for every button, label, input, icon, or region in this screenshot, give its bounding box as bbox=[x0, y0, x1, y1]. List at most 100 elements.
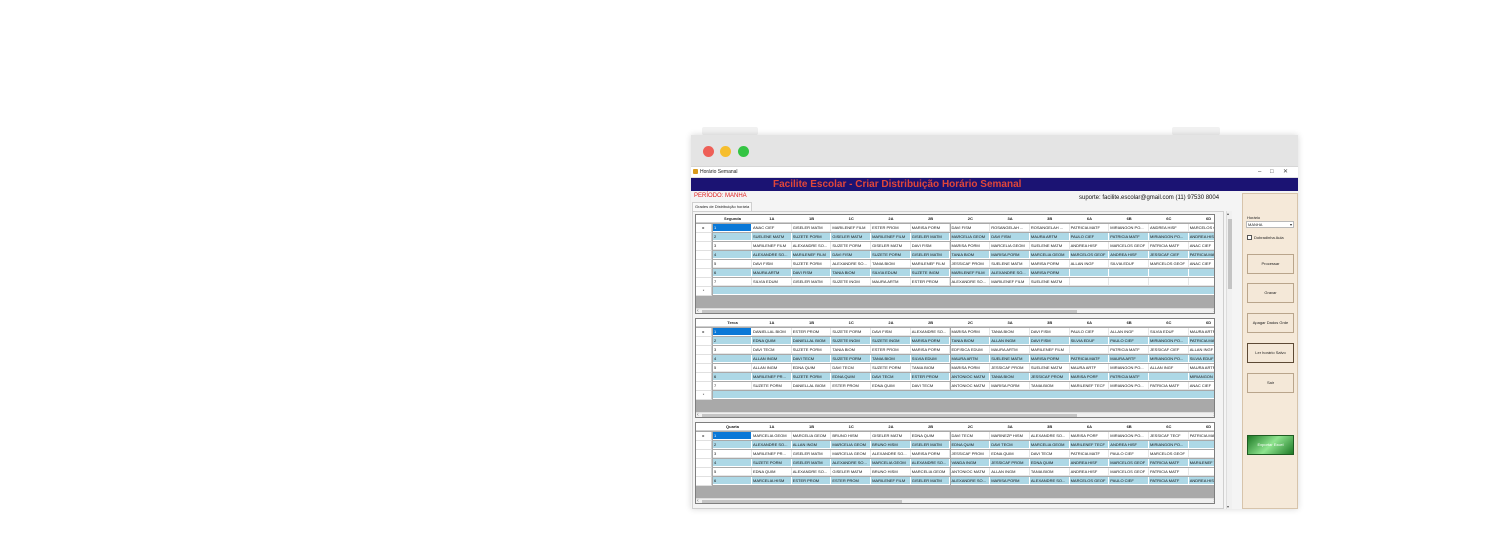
table-cell[interactable]: ALEXANDRE SO... bbox=[752, 251, 792, 259]
table-cell[interactable]: ANAC CIEF bbox=[1188, 382, 1214, 390]
table-cell[interactable]: DAVI FISM bbox=[910, 242, 951, 250]
horizontal-scrollbar[interactable]: ‹ › bbox=[696, 308, 1214, 313]
table-cell[interactable]: SILVIA EDUF bbox=[1188, 355, 1214, 363]
table-cell[interactable]: ALLAN INGM bbox=[791, 441, 832, 449]
table-cell[interactable]: ALEXANDRE SO... bbox=[791, 468, 832, 476]
table-cell[interactable]: MARISA PORM bbox=[990, 251, 1030, 259]
scroll-left-icon[interactable]: ‹ bbox=[697, 412, 699, 417]
table-cell[interactable]: EDFISICA EDUM bbox=[950, 346, 991, 354]
table-cell[interactable] bbox=[1188, 468, 1214, 476]
column-header-3b[interactable]: 3B bbox=[1030, 215, 1070, 223]
table-cell[interactable]: DAVI TECM bbox=[752, 346, 792, 354]
row-number-cell[interactable]: 6 bbox=[713, 373, 752, 381]
new-row-header[interactable]: * bbox=[696, 287, 712, 296]
table-cell[interactable]: ALLAN INGM bbox=[752, 364, 792, 372]
table-cell[interactable]: MARISA PORM bbox=[910, 346, 951, 354]
row-number-cell[interactable]: 3 bbox=[713, 346, 752, 354]
table-cell[interactable]: SUZETE PORM bbox=[791, 373, 832, 381]
table-cell[interactable]: MARISA PORM bbox=[1029, 269, 1070, 277]
table-cell[interactable] bbox=[1149, 278, 1189, 286]
row-number-cell[interactable]: 4 bbox=[713, 251, 752, 259]
column-header-1b[interactable]: 1B bbox=[792, 319, 832, 327]
table-cell[interactable]: DANIELLAL BIOM bbox=[791, 337, 832, 345]
table-cell[interactable]: SUZETE PORM bbox=[791, 346, 832, 354]
table-cell[interactable]: MAURA ARTF bbox=[1188, 328, 1214, 336]
row-number-cell[interactable]: 2 bbox=[713, 233, 752, 241]
zoom-dot-icon[interactable] bbox=[738, 146, 749, 157]
table-cell[interactable]: ESTER PROM bbox=[910, 278, 951, 286]
table-cell[interactable]: ANAC CIEF bbox=[1188, 260, 1214, 268]
table-cell[interactable]: MARISA PORM bbox=[950, 242, 991, 250]
scroll-up-icon[interactable]: ▴ bbox=[1227, 211, 1229, 216]
table-cell[interactable]: SUZETE PORM bbox=[831, 242, 872, 250]
table-cell[interactable]: GISELER MATM bbox=[791, 278, 832, 286]
table-cell[interactable]: PATRICIA MATF bbox=[1069, 450, 1110, 458]
table-cell[interactable]: DAVI TECM bbox=[1029, 450, 1070, 458]
table-cell[interactable] bbox=[1109, 278, 1149, 286]
close-icon[interactable]: ✕ bbox=[1283, 168, 1288, 176]
table-cell[interactable]: MARILENEF FILM bbox=[871, 477, 911, 485]
column-header-1b[interactable]: 1B bbox=[792, 215, 832, 223]
table-cell[interactable]: JESSICAF PROM bbox=[950, 450, 991, 458]
table-cell[interactable]: MARCELOS GEOF bbox=[1069, 477, 1110, 485]
table-cell[interactable]: PATRICIA MATF bbox=[1188, 251, 1214, 259]
table-cell[interactable]: MARCELOS GEOF bbox=[1149, 260, 1189, 268]
table-cell[interactable]: MIRIANGON PO... bbox=[1188, 373, 1214, 381]
table-cell[interactable]: GISELER MATM bbox=[831, 468, 872, 476]
scroll-right-icon[interactable]: › bbox=[1213, 308, 1214, 313]
processar-button[interactable]: Processar bbox=[1247, 254, 1294, 274]
table-cell[interactable]: ROSANGELAH ... bbox=[990, 224, 1030, 232]
column-header-6a[interactable]: 6A bbox=[1070, 423, 1110, 431]
table-cell[interactable]: BRUNO HISM bbox=[831, 432, 872, 440]
table-cell[interactable]: MARCELOS GEOF bbox=[1109, 242, 1149, 250]
ler-horario-button[interactable]: Ler horário Salvo bbox=[1247, 343, 1294, 363]
column-header-3b[interactable]: 3B bbox=[1030, 319, 1070, 327]
table-cell[interactable] bbox=[1069, 278, 1110, 286]
table-cell[interactable]: ALLAN INGF bbox=[1188, 346, 1214, 354]
table-cell[interactable]: MARILENEF PR... bbox=[752, 373, 792, 381]
table-cell[interactable]: TANIA BIOM bbox=[990, 328, 1030, 336]
table-cell[interactable]: MARISA PORM bbox=[950, 364, 991, 372]
table-cell[interactable]: PAULO CIEF bbox=[1109, 450, 1149, 458]
table-cell[interactable]: TANIA BIOM bbox=[831, 346, 872, 354]
table-cell[interactable]: JESSICAF CIEF bbox=[1149, 346, 1189, 354]
table-cell[interactable]: TANIA BIOM bbox=[1029, 468, 1070, 476]
table-cell[interactable]: MIRIANGON PO... bbox=[1149, 441, 1189, 449]
table-cell[interactable]: ANDREA HISF bbox=[1069, 468, 1110, 476]
column-header-6a[interactable]: 6A bbox=[1070, 215, 1110, 223]
scroll-right-icon[interactable]: › bbox=[1213, 498, 1214, 503]
table-cell[interactable]: SUZETE INGM bbox=[831, 337, 872, 345]
horizontal-scroll-thumb[interactable] bbox=[702, 414, 1077, 417]
table-cell[interactable] bbox=[1188, 269, 1214, 277]
table-cell[interactable]: DAVI FISM bbox=[950, 224, 991, 232]
column-header-3a[interactable]: 3A bbox=[990, 215, 1030, 223]
table-cell[interactable]: MARCELOS GEOF bbox=[1109, 468, 1149, 476]
table-cell[interactable]: PAULO CIEF bbox=[1069, 233, 1110, 241]
table-cell[interactable]: DAVI FISM bbox=[1029, 328, 1070, 336]
table-cell[interactable]: PATRICIA MAT... bbox=[1188, 432, 1214, 440]
table-cell[interactable]: ALEXANDRE SO... bbox=[910, 459, 951, 467]
row-header[interactable] bbox=[696, 441, 712, 450]
table-cell[interactable]: MIRIANGON PO... bbox=[1109, 432, 1149, 440]
row-header[interactable] bbox=[696, 450, 712, 459]
column-header-6d[interactable]: 6D bbox=[1189, 319, 1214, 327]
column-header-2b[interactable]: 2B bbox=[911, 319, 951, 327]
column-header-2c[interactable]: 2C bbox=[951, 423, 991, 431]
table-cell[interactable]: MAURA ARTM bbox=[1029, 233, 1070, 241]
table-cell[interactable]: PATRICIA MATF bbox=[1069, 355, 1110, 363]
table-cell[interactable]: MARILENEF T... bbox=[1188, 459, 1214, 467]
column-header-2c[interactable]: 2C bbox=[951, 319, 991, 327]
table-cell[interactable]: MIRIANGON PO... bbox=[1149, 233, 1189, 241]
table-cell[interactable] bbox=[1069, 346, 1110, 354]
table-cell[interactable]: MARCELIA HISM bbox=[752, 477, 792, 485]
table-cell[interactable]: GISELER MATM bbox=[831, 233, 872, 241]
horizontal-scroll-thumb[interactable] bbox=[702, 310, 1077, 313]
table-cell[interactable]: DAVI TECM bbox=[791, 355, 832, 363]
table-cell[interactable]: DANIELLAL BIOM bbox=[791, 382, 832, 390]
new-row-band[interactable] bbox=[713, 391, 1214, 399]
table-cell[interactable]: GISELER MATM bbox=[791, 459, 832, 467]
horario-select[interactable]: MANHA ▾ bbox=[1246, 221, 1294, 228]
row-number-cell[interactable]: 3 bbox=[713, 242, 752, 250]
table-cell[interactable]: MAURA ARTM bbox=[990, 346, 1030, 354]
table-cell[interactable]: ALLAN INGM bbox=[990, 468, 1030, 476]
